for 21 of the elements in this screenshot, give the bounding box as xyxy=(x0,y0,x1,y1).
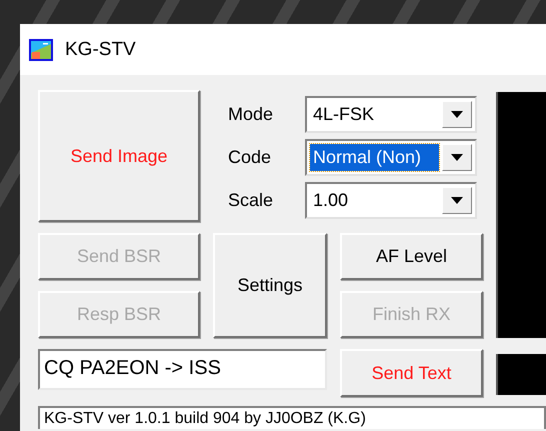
dropdown[interactable]: 4L-FSK xyxy=(305,96,477,133)
caret-icon xyxy=(451,111,463,118)
field-label: Scale xyxy=(228,190,274,211)
field-label: Code xyxy=(228,147,272,168)
dropdown[interactable]: 1.00 xyxy=(305,182,477,219)
button[interactable]: Send Text xyxy=(340,349,483,397)
caret-icon xyxy=(451,197,463,204)
caret-icon xyxy=(451,154,463,161)
button[interactable]: AF Level xyxy=(340,233,483,280)
dropdown-value: Normal (Non) xyxy=(310,144,439,171)
window-title: KG-STV xyxy=(65,38,136,60)
dropdown-value: 1.00 xyxy=(312,189,350,212)
field-label: Mode xyxy=(228,104,274,125)
dropdown[interactable]: Normal (Non) xyxy=(305,139,477,176)
display-panel xyxy=(496,354,546,395)
app-icon xyxy=(29,38,53,60)
button[interactable]: Send Image xyxy=(38,90,200,222)
status-text: KG-STV ver 1.0.1 build 904 by JJ0OBZ (K.G) xyxy=(38,406,546,429)
input-field[interactable]: CQ PA2EON -> ISS xyxy=(38,349,327,390)
dropdown-value: 4L-FSK xyxy=(312,103,376,126)
button[interactable]: Settings xyxy=(213,233,327,338)
